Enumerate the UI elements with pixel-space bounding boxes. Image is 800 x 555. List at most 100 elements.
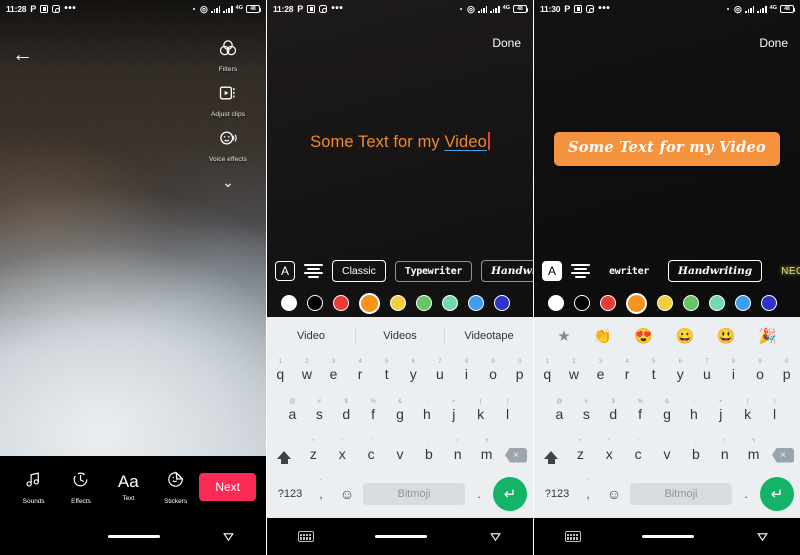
key-b[interactable]: ; b bbox=[681, 439, 710, 462]
emoji-suggestion-smile[interactable]: 😃 bbox=[717, 327, 736, 345]
color-swatch-white[interactable] bbox=[548, 295, 564, 311]
comma-key[interactable]: °, bbox=[311, 479, 331, 501]
back-triangle-icon[interactable] bbox=[222, 530, 235, 543]
key-n[interactable]: ! n bbox=[443, 439, 472, 462]
text-overlay[interactable]: Some Text for my Video bbox=[267, 132, 533, 152]
key-q[interactable]: 1q bbox=[534, 359, 561, 382]
key-i[interactable]: 8i bbox=[720, 359, 747, 382]
emoji-suggestion-clap[interactable]: 👏 bbox=[593, 327, 612, 345]
font-option-handwriting[interactable]: Handwriting bbox=[668, 260, 763, 282]
emoji-key[interactable]: ☺ bbox=[335, 486, 359, 502]
key-x[interactable]: " x bbox=[328, 439, 357, 462]
text-highlight-icon[interactable]: A bbox=[542, 261, 562, 281]
tool-adjust-clips[interactable]: Adjust clips bbox=[200, 83, 256, 118]
color-swatch-blue[interactable] bbox=[468, 295, 484, 311]
key-d[interactable]: $ d bbox=[333, 399, 360, 422]
text-overlay[interactable]: Some Text for my Video bbox=[534, 132, 800, 166]
key-l[interactable]: ) l bbox=[761, 399, 788, 422]
font-option-typewriter[interactable]: ewriter bbox=[599, 261, 659, 282]
key-l[interactable]: ) l bbox=[494, 399, 521, 422]
color-swatch-green[interactable] bbox=[683, 295, 699, 311]
key-m[interactable]: ? m bbox=[472, 439, 501, 462]
color-swatch-black[interactable] bbox=[307, 295, 323, 311]
home-pill-icon[interactable] bbox=[108, 535, 161, 538]
enter-key[interactable]: ↵ bbox=[493, 477, 527, 511]
key-t[interactable]: 5t bbox=[373, 359, 400, 382]
key-p[interactable]: 0p bbox=[773, 359, 800, 382]
bottom-item-stickers[interactable]: Stickers bbox=[152, 470, 199, 505]
color-swatch-indigo[interactable] bbox=[494, 295, 510, 311]
key-a[interactable]: @ a bbox=[279, 399, 306, 422]
key-p[interactable]: 0p bbox=[506, 359, 533, 382]
key-k[interactable]: (k bbox=[467, 399, 494, 422]
key-b[interactable]: ; b bbox=[414, 439, 443, 462]
key-y[interactable]: 6y bbox=[400, 359, 427, 382]
key-k[interactable]: (k bbox=[734, 399, 761, 422]
key-r[interactable]: 4r bbox=[614, 359, 641, 382]
key-h[interactable]: -h bbox=[680, 399, 707, 422]
key-e[interactable]: 3e bbox=[320, 359, 347, 382]
key-j[interactable]: + j bbox=[707, 399, 734, 422]
color-swatch-orange[interactable] bbox=[626, 292, 647, 314]
key-v[interactable]: :v bbox=[386, 439, 415, 462]
suggestion-1[interactable]: Video bbox=[267, 330, 355, 342]
period-key[interactable]: . bbox=[736, 487, 756, 501]
key-w[interactable]: 2w bbox=[561, 359, 588, 382]
emoji-suggestion-heart-eyes[interactable]: 😍 bbox=[634, 327, 653, 345]
key-f[interactable]: % f bbox=[360, 399, 387, 422]
home-pill-icon[interactable] bbox=[642, 535, 695, 538]
key-n[interactable]: ! n bbox=[710, 439, 739, 462]
key-u[interactable]: 7u bbox=[427, 359, 454, 382]
color-swatch-red[interactable] bbox=[600, 295, 616, 311]
spacebar[interactable]: Bitmoji bbox=[630, 483, 732, 505]
key-g[interactable]: & g bbox=[387, 399, 414, 422]
delete-key[interactable]: × bbox=[768, 446, 798, 463]
emoji-suggestion-grin[interactable]: 😀 bbox=[676, 327, 695, 345]
comma-key[interactable]: °, bbox=[578, 479, 598, 501]
key-r[interactable]: 4r bbox=[347, 359, 374, 382]
key-w[interactable]: 2w bbox=[294, 359, 321, 382]
tool-voice-effects[interactable]: Voice effects bbox=[200, 128, 256, 163]
color-swatch-green[interactable] bbox=[416, 295, 432, 311]
period-key[interactable]: . bbox=[469, 487, 489, 501]
numbers-key[interactable]: ?123 bbox=[540, 488, 574, 500]
home-pill-icon[interactable] bbox=[375, 535, 428, 538]
color-swatch-black[interactable] bbox=[574, 295, 590, 311]
color-swatch-blue[interactable] bbox=[735, 295, 751, 311]
done-button[interactable]: Done bbox=[492, 36, 521, 50]
key-d[interactable]: $ d bbox=[600, 399, 627, 422]
chevron-down-icon[interactable]: ⌄ bbox=[222, 175, 234, 189]
key-c[interactable]: ' c bbox=[624, 439, 653, 462]
keyboard-hide-icon[interactable] bbox=[564, 531, 581, 542]
numbers-key[interactable]: ?123 bbox=[273, 488, 307, 500]
suggestion-3[interactable]: Videotape bbox=[445, 330, 533, 342]
key-f[interactable]: % f bbox=[627, 399, 654, 422]
shift-key[interactable] bbox=[536, 447, 566, 464]
shift-key[interactable] bbox=[269, 447, 299, 464]
back-triangle-icon[interactable] bbox=[489, 530, 502, 543]
color-swatch-orange[interactable] bbox=[359, 292, 380, 314]
text-highlight-icon[interactable]: A bbox=[275, 261, 295, 281]
color-swatch-red[interactable] bbox=[333, 295, 349, 311]
key-t[interactable]: 5t bbox=[640, 359, 667, 382]
spacebar[interactable]: Bitmoji bbox=[363, 483, 465, 505]
bottom-item-effects[interactable]: Effects bbox=[57, 470, 104, 505]
key-g[interactable]: & g bbox=[654, 399, 681, 422]
color-swatch-mint[interactable] bbox=[709, 295, 725, 311]
back-triangle-icon[interactable] bbox=[756, 530, 769, 543]
next-button[interactable]: Next bbox=[199, 473, 256, 501]
font-option-classic[interactable]: Classic bbox=[332, 260, 386, 282]
suggestion-2[interactable]: Videos bbox=[356, 330, 444, 342]
key-h[interactable]: -h bbox=[413, 399, 440, 422]
key-o[interactable]: 9o bbox=[747, 359, 774, 382]
key-c[interactable]: ' c bbox=[357, 439, 386, 462]
color-swatch-yellow[interactable] bbox=[657, 295, 673, 311]
bottom-item-sounds[interactable]: Sounds bbox=[10, 470, 57, 505]
emoji-key[interactable]: ☺ bbox=[602, 486, 626, 502]
key-x[interactable]: " x bbox=[595, 439, 624, 462]
key-y[interactable]: 6y bbox=[667, 359, 694, 382]
key-z[interactable]: * z bbox=[299, 439, 328, 462]
keyboard-hide-icon[interactable] bbox=[297, 531, 314, 542]
color-swatch-yellow[interactable] bbox=[390, 295, 406, 311]
font-option-handwriting[interactable]: Handwriting bbox=[481, 260, 533, 282]
